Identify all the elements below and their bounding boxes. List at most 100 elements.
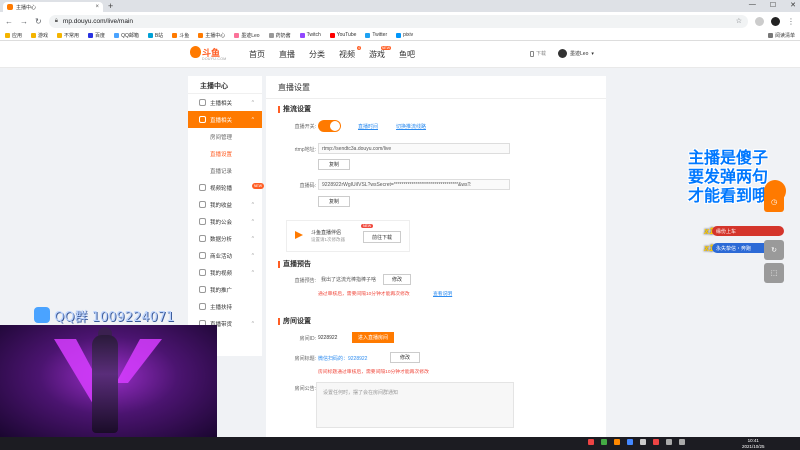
sidebar-item-guild[interactable]: 我的公会 ^: [188, 213, 262, 230]
bookmark-item[interactable]: 斗鱼: [172, 32, 189, 39]
bookmark-item[interactable]: B站: [147, 32, 163, 39]
chevron-up-icon: ^: [251, 269, 254, 276]
enter-room-button[interactable]: 进入直播房间: [352, 332, 394, 343]
clock-date: 2021/10/25: [742, 443, 765, 449]
nav-category[interactable]: 分类: [309, 49, 325, 60]
sidebar-item-anchor[interactable]: 主播相关 ^: [188, 94, 262, 111]
download-companion-button[interactable]: 前往下载: [363, 231, 401, 243]
youtube-icon: [329, 32, 335, 38]
app-tray-icon[interactable]: [640, 439, 646, 445]
chart-icon: [199, 235, 206, 242]
sidebar-subitem-live-settings[interactable]: 直播设置: [188, 145, 262, 162]
header-right: 下载 墨迹Leo ▾: [530, 49, 594, 58]
douyu-icon: [172, 32, 178, 38]
sidebar-item-my-videos[interactable]: 我的视频 ^: [188, 264, 262, 281]
rtmp-field[interactable]: rtmp://sendtc3a.douyu.com/live: [318, 143, 510, 154]
new-badge: NEW: [251, 183, 264, 189]
sidebar-item-promotion[interactable]: 我的推广: [188, 281, 262, 298]
close-window-button[interactable]: ✕: [790, 1, 796, 9]
bookmark-item[interactable]: 游戏: [31, 32, 48, 39]
reload-icon[interactable]: ↻: [35, 17, 42, 26]
bookmark-item[interactable]: Twitter: [365, 32, 387, 38]
preview-note: 通过审核后，需要间隔10分钟才能再次修改: [318, 292, 410, 297]
sidebar-subitem-live-records[interactable]: 直播记录: [188, 162, 262, 179]
gift-row: x1 缘份上车: [690, 224, 784, 238]
nav-home[interactable]: 首页: [249, 49, 265, 60]
network-icon[interactable]: [666, 439, 672, 445]
edit-room-title-button[interactable]: 修改: [390, 352, 420, 363]
back-icon[interactable]: ←: [5, 17, 13, 26]
bookmark-item[interactable]: 药奶酱: [268, 32, 291, 39]
app-tray-icon[interactable]: [614, 439, 620, 445]
baidu-icon: [88, 32, 94, 38]
live-time-link[interactable]: 直播时间: [358, 123, 378, 130]
tab-title: 主播中心: [16, 4, 37, 11]
download-link[interactable]: 下载: [530, 50, 546, 57]
more-menu-icon[interactable]: ⋮: [787, 17, 795, 26]
sidebar-item-video-loop[interactable]: 视频轮播 NEW: [188, 179, 264, 196]
bookmark-item[interactable]: 主播中心: [198, 32, 225, 39]
nav-live[interactable]: 直播: [279, 49, 295, 60]
section-title-preview: 直播预告: [278, 259, 311, 269]
bookmark-item[interactable]: QQ邮箱: [114, 32, 139, 39]
douyu-logo[interactable]: 斗鱼 DOUYU.COM: [190, 45, 226, 63]
bookmark-item[interactable]: 百度: [88, 32, 105, 39]
new-tab-button[interactable]: +: [108, 1, 113, 11]
bilibili-icon: [234, 32, 240, 38]
sidebar-item-support[interactable]: 主播扶持: [188, 298, 262, 315]
chevron-up-icon: ^: [251, 116, 254, 123]
app-tray-icon[interactable]: [601, 439, 607, 445]
switch-region-link[interactable]: 切换推流线路: [396, 123, 426, 130]
browser-tab[interactable]: 主播中心 ×: [3, 2, 103, 12]
sidebar-item-business[interactable]: 商业活动 ^: [188, 247, 262, 264]
sidebar-item-income[interactable]: 我的收益 ^: [188, 196, 262, 213]
float-clock-button[interactable]: ◷: [764, 192, 784, 212]
reading-list[interactable]: 阅读清单: [767, 32, 795, 39]
maximize-button[interactable]: ☐: [770, 1, 776, 9]
tab-close-icon[interactable]: ×: [95, 4, 99, 10]
bookmark-item[interactable]: 墨迹Leo: [234, 32, 260, 39]
forward-icon[interactable]: →: [20, 17, 28, 26]
app-tray-icon[interactable]: [588, 439, 594, 445]
copy-code-button[interactable]: 复制: [318, 196, 350, 207]
sidebar-item-analytics[interactable]: 数据分析 ^: [188, 230, 262, 247]
volume-icon[interactable]: [679, 439, 685, 445]
game-scene-overlay: [0, 325, 217, 437]
float-screenshot-button[interactable]: ⬚: [764, 263, 784, 283]
nav-video[interactable]: 视频 4: [339, 46, 361, 60]
minimize-button[interactable]: —: [749, 1, 756, 9]
divider: [266, 98, 606, 99]
room-title-label: 房间标题:: [294, 356, 316, 362]
url-text[interactable]: mp.douyu.com/live/main: [63, 18, 731, 25]
nav-game[interactable]: 游戏 NEW: [369, 46, 391, 60]
live-switch-toggle[interactable]: [318, 120, 341, 132]
bookmark-item[interactable]: pixiv: [396, 32, 413, 38]
bookmark-item[interactable]: 不常用: [57, 32, 79, 39]
preview-help-link[interactable]: 查看说明: [433, 290, 452, 297]
nav-yuba[interactable]: 鱼吧: [399, 49, 415, 60]
bookmark-star-icon[interactable]: ☆: [736, 17, 742, 25]
sidebar-item-live[interactable]: 直播相关 ^: [188, 111, 262, 128]
promo-title: 斗鱼直播伴侣: [311, 230, 342, 236]
gift-count: x1: [704, 226, 715, 236]
app-tray-icon[interactable]: [653, 439, 659, 445]
taskbar-clock[interactable]: 10:41 2021/10/25: [742, 438, 765, 449]
username: 墨迹Leo: [570, 51, 589, 57]
copy-rtmp-button[interactable]: 复制: [318, 159, 350, 170]
edit-preview-button[interactable]: 修改: [383, 274, 411, 285]
lock-icon: 🔒︎: [54, 17, 58, 24]
sidebar-subitem-room[interactable]: 房间管理: [188, 128, 262, 145]
bookmark-item[interactable]: Twitch: [299, 32, 321, 38]
bookmark-item[interactable]: YouTube: [329, 32, 356, 38]
code-field[interactable]: 9228922rWgIUiIVSL?wsSecret=*************…: [318, 179, 510, 190]
chevron-up-icon: ^: [251, 218, 254, 225]
system-tray: [588, 439, 685, 445]
extension-icon[interactable]: [755, 16, 764, 26]
profile-avatar[interactable]: [771, 16, 780, 26]
float-refresh-button[interactable]: ↻: [764, 240, 784, 260]
room-notice-textarea[interactable]: 设置任何时，摆了会在房间群通知: [316, 382, 514, 428]
address-bar[interactable]: 🔒︎ mp.douyu.com/live/main ☆: [48, 14, 748, 28]
bookmark-item[interactable]: 应用: [5, 32, 22, 39]
app-tray-icon[interactable]: [627, 439, 633, 445]
user-menu[interactable]: 墨迹Leo ▾: [558, 49, 594, 58]
